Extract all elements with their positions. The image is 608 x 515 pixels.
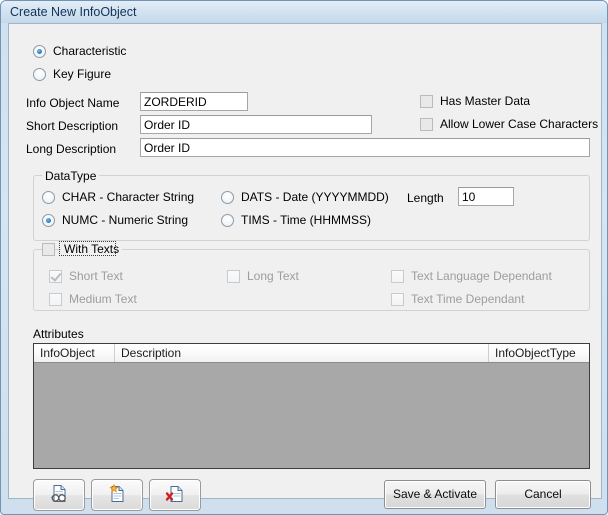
attributes-grid-header: InfoObject Description InfoObjectType [34,344,589,363]
attributes-grid-body[interactable] [34,363,589,468]
info-object-name-input[interactable] [140,92,248,111]
radio-char[interactable] [42,191,55,204]
length-label: Length [407,191,444,205]
radio-tims-label: TIMS - Time (HHMMSS) [241,213,371,227]
radio-dats[interactable] [221,191,234,204]
add-attribute-button[interactable] [91,479,143,511]
short-description-input[interactable] [140,115,372,134]
checkbox-short-text[interactable] [49,270,62,283]
document-new-icon [107,483,127,507]
radio-char-label: CHAR - Character String [62,190,195,204]
checkbox-has-master-data[interactable] [420,95,433,108]
cancel-label: Cancel [524,487,562,501]
save-and-activate-button[interactable]: Save & Activate [384,480,486,509]
datatype-group-title: DataType [42,169,100,183]
long-description-input[interactable] [140,138,590,157]
column-header-infoobjecttype[interactable]: InfoObjectType [489,344,589,362]
checkbox-medium-text[interactable] [49,293,62,306]
has-master-data-label: Has Master Data [440,94,531,108]
medium-text-label: Medium Text [69,292,137,306]
allow-lower-case-label: Allow Lower Case Characters [440,117,599,131]
window-title: Create New InfoObject [10,5,137,19]
radio-characteristic[interactable] [33,45,46,58]
delete-attribute-button[interactable] [149,479,201,511]
radio-tims[interactable] [221,214,234,227]
length-input[interactable] [458,187,514,206]
attributes-label: Attributes [33,327,84,341]
radio-characteristic-label: Characteristic [53,44,127,58]
column-header-infoobject[interactable]: InfoObject [34,344,115,362]
cancel-button[interactable]: Cancel [495,480,591,509]
title-bar: Create New InfoObject [1,1,607,23]
dialog-window: Create New InfoObject Characteristic Key… [0,0,608,515]
save-and-activate-label: Save & Activate [392,487,478,501]
checkbox-allow-lower-case[interactable] [420,118,433,131]
long-description-label: Long Description [26,142,117,156]
radio-key-figure-label: Key Figure [53,67,112,81]
checkbox-long-text[interactable] [227,270,240,283]
checkbox-with-texts[interactable] [42,243,55,256]
radio-dats-label: DATS - Date (YYYYMMDD) [241,190,389,204]
radio-numc-label: NUMC - Numeric String [62,213,189,227]
text-language-dependant-label: Text Language Dependant [411,269,552,283]
long-text-label: Long Text [247,269,299,283]
checkbox-text-language-dependant[interactable] [391,270,404,283]
view-attribute-button[interactable] [33,479,85,511]
column-header-description[interactable]: Description [115,344,489,362]
short-description-label: Short Description [26,119,119,133]
document-view-icon [49,484,69,507]
info-object-name-label: Info Object Name [26,96,120,110]
dialog-client-area: Characteristic Key Figure Info Object Na… [8,23,602,511]
attributes-grid[interactable]: InfoObject Description InfoObjectType [33,343,590,469]
radio-numc[interactable] [42,214,55,227]
checkbox-text-time-dependant[interactable] [391,293,404,306]
radio-key-figure[interactable] [33,68,46,81]
document-delete-icon [165,484,185,507]
text-time-dependant-label: Text Time Dependant [411,292,525,306]
datatype-group [33,175,590,241]
short-text-label: Short Text [69,269,123,283]
with-texts-focus-ring [59,241,116,256]
